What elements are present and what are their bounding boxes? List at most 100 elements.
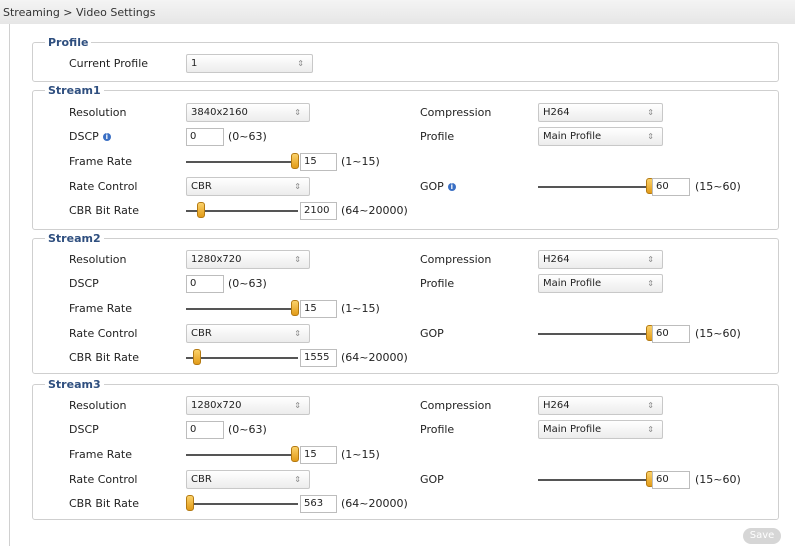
frame-rate-slider-handle[interactable] xyxy=(291,153,299,169)
frame-rate-label: Frame Rate xyxy=(69,302,132,315)
rate-control-value: CBR xyxy=(191,181,212,192)
compression-select[interactable]: H264 ⇕ xyxy=(538,250,663,269)
chevron-up-down-icon: ⇕ xyxy=(647,279,654,288)
chevron-up-down-icon: ⇕ xyxy=(647,425,654,434)
gop-label: GOP xyxy=(420,473,444,486)
cbr-bit-rate-label: CBR Bit Rate xyxy=(69,351,140,364)
dscp-input[interactable]: 0 xyxy=(186,275,224,293)
frame-rate-label: Frame Rate xyxy=(69,448,132,461)
gop-input[interactable]: 60 xyxy=(652,471,690,489)
current-profile-value: 1 xyxy=(191,58,198,69)
profile-select[interactable]: Main Profile ⇕ xyxy=(538,274,663,293)
gop-range: (15~60) xyxy=(695,180,741,193)
gop-slider-track[interactable] xyxy=(538,479,653,481)
compression-label: Compression xyxy=(420,253,492,266)
cbr-slider-handle[interactable] xyxy=(193,349,202,365)
compression-label: Compression xyxy=(420,106,492,119)
rate-control-label: Rate Control xyxy=(69,327,138,340)
gop-slider-track[interactable] xyxy=(538,333,653,335)
gop-input[interactable]: 60 xyxy=(652,178,690,196)
profile-label: Profile xyxy=(420,277,455,290)
dscp-label-text: DSCP xyxy=(69,130,99,143)
stream-legend: Stream1 xyxy=(45,84,104,97)
chevron-up-down-icon: ⇕ xyxy=(294,329,301,338)
profile-label: Profile xyxy=(420,423,455,436)
rate-control-value: CBR xyxy=(191,474,212,485)
chevron-up-down-icon: ⇕ xyxy=(294,255,301,264)
profile-value: Main Profile xyxy=(543,131,602,142)
compression-value: H264 xyxy=(543,254,570,265)
frame-rate-range: (1~15) xyxy=(341,155,380,168)
compression-select[interactable]: H264 ⇕ xyxy=(538,103,663,122)
dscp-input[interactable]: 0 xyxy=(186,421,224,439)
chevron-up-down-icon: ⇕ xyxy=(297,59,304,68)
cbr-range: (64~20000) xyxy=(341,351,408,364)
chevron-up-down-icon: ⇕ xyxy=(647,401,654,410)
chevron-up-down-icon: ⇕ xyxy=(294,475,301,484)
title-bar: Streaming > Video Settings xyxy=(0,0,795,24)
stream1-section: Stream1 Resolution 3840x2160 ⇕ DSCP i 0 (… xyxy=(32,84,779,230)
dscp-input[interactable]: 0 xyxy=(186,128,224,146)
cbr-slider-handle[interactable] xyxy=(196,202,205,218)
profile-select[interactable]: Main Profile ⇕ xyxy=(538,420,663,439)
current-profile-select[interactable]: 1 ⇕ xyxy=(186,54,313,73)
resolution-select[interactable]: 3840x2160 ⇕ xyxy=(186,103,310,122)
gop-input[interactable]: 60 xyxy=(652,325,690,343)
chevron-up-down-icon: ⇕ xyxy=(647,108,654,117)
resolution-value: 1280x720 xyxy=(191,254,242,265)
rate-control-label: Rate Control xyxy=(69,473,138,486)
cbr-slider-track[interactable] xyxy=(186,503,298,505)
cbr-bit-rate-input[interactable]: 563 xyxy=(300,495,337,513)
rate-control-select[interactable]: CBR ⇕ xyxy=(186,470,310,489)
compression-value: H264 xyxy=(543,400,570,411)
profile-legend: Profile xyxy=(45,36,92,49)
resolution-label: Resolution xyxy=(69,253,127,266)
resolution-select[interactable]: 1280x720 ⇕ xyxy=(186,250,310,269)
resolution-label: Resolution xyxy=(69,106,127,119)
compression-select[interactable]: H264 ⇕ xyxy=(538,396,663,415)
save-button[interactable]: Save xyxy=(743,528,781,544)
rate-control-select[interactable]: CBR ⇕ xyxy=(186,177,310,196)
resolution-label: Resolution xyxy=(69,399,127,412)
gop-label: GOP i xyxy=(420,180,456,193)
stream-legend: Stream3 xyxy=(45,378,104,391)
cbr-slider-track[interactable] xyxy=(186,357,298,359)
chevron-up-down-icon: ⇕ xyxy=(647,132,654,141)
frame-rate-label: Frame Rate xyxy=(69,155,132,168)
info-icon[interactable]: i xyxy=(447,183,456,191)
profile-value: Main Profile xyxy=(543,424,602,435)
resolution-select[interactable]: 1280x720 ⇕ xyxy=(186,396,310,415)
frame-rate-slider-track[interactable] xyxy=(186,161,298,163)
frame-rate-input[interactable]: 15 xyxy=(300,446,337,464)
dscp-label: DSCP xyxy=(69,423,99,436)
cbr-slider-handle[interactable] xyxy=(186,495,194,511)
current-profile-label: Current Profile xyxy=(69,57,149,70)
profile-section: Profile Current Profile 1 ⇕ xyxy=(32,36,779,82)
cbr-bit-rate-input[interactable]: 1555 xyxy=(300,349,337,367)
frame-rate-slider-track[interactable] xyxy=(186,454,298,456)
rate-control-select[interactable]: CBR ⇕ xyxy=(186,324,310,343)
profile-label: Profile xyxy=(420,130,455,143)
dscp-label: DSCP xyxy=(69,277,99,290)
frame-rate-range: (1~15) xyxy=(341,448,380,461)
chevron-up-down-icon: ⇕ xyxy=(294,401,301,410)
gop-slider-track[interactable] xyxy=(538,186,653,188)
compression-label: Compression xyxy=(420,399,492,412)
frame-rate-slider-track[interactable] xyxy=(186,308,298,310)
chevron-up-down-icon: ⇕ xyxy=(294,182,301,191)
info-icon[interactable]: i xyxy=(102,133,111,141)
frame-rate-input[interactable]: 15 xyxy=(300,300,337,318)
dscp-label: DSCP i xyxy=(69,130,111,143)
cbr-bit-rate-input[interactable]: 2100 xyxy=(300,202,337,220)
frame-rate-slider-handle[interactable] xyxy=(291,300,299,316)
cbr-range: (64~20000) xyxy=(341,204,408,217)
cbr-bit-rate-label: CBR Bit Rate xyxy=(69,204,140,217)
rate-control-label: Rate Control xyxy=(69,180,138,193)
dscp-range: (0~63) xyxy=(228,423,267,436)
gop-range: (15~60) xyxy=(695,473,741,486)
frame-rate-slider-handle[interactable] xyxy=(291,446,299,462)
stream3-section: Stream3 Resolution 1280x720 ⇕ DSCP 0 (0~… xyxy=(32,378,779,520)
compression-value: H264 xyxy=(543,107,570,118)
profile-select[interactable]: Main Profile ⇕ xyxy=(538,127,663,146)
frame-rate-input[interactable]: 15 xyxy=(300,153,337,171)
